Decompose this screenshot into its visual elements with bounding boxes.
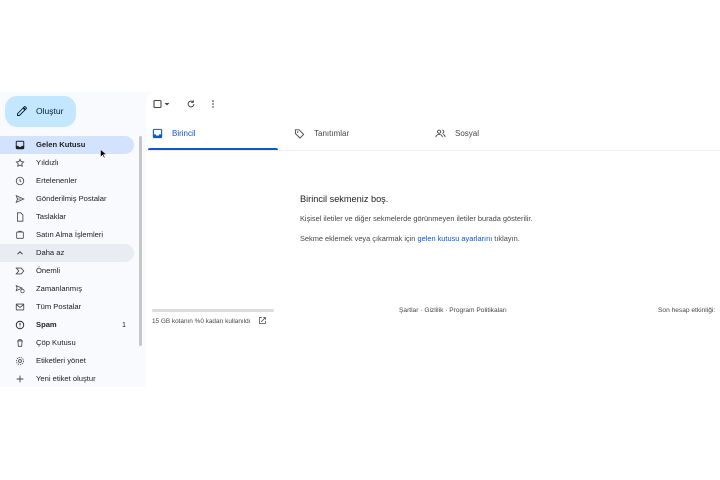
sidebar-item-label: Gönderilmiş Postalar — [36, 194, 107, 203]
more-options-button[interactable] — [210, 98, 216, 110]
purchase-icon — [14, 229, 26, 241]
sidebar: Oluştur Gelen Kutusu Yıldızlı Ertelenenl… — [0, 92, 144, 387]
sidebar-item-label: Çöp Kutusu — [36, 338, 76, 347]
sidebar-item-label: Gelen Kutusu — [36, 140, 86, 149]
sidebar-nav: Gelen Kutusu Yıldızlı Ertelenenler Gönde… — [0, 136, 144, 387]
gmail-app: Oluştur Gelen Kutusu Yıldızlı Ertelenenl… — [0, 92, 720, 387]
open-in-new-icon[interactable] — [258, 316, 267, 325]
clock-icon — [14, 175, 26, 187]
active-tab-indicator — [148, 147, 278, 150]
empty-state: Birincil sekmeniz boş. Kişisel iletiler … — [300, 194, 533, 243]
sidebar-item-scheduled[interactable]: Zamanlanmış — [0, 280, 134, 298]
spam-count: 1 — [122, 320, 126, 329]
sidebar-item-purchases[interactable]: Satın Alma İşlemleri — [0, 226, 134, 244]
instructions-prefix: Sekme eklemek veya çıkarmak için — [300, 234, 418, 243]
inbox-icon — [152, 128, 163, 139]
tab-promotions[interactable]: Tanıtımlar — [288, 120, 420, 149]
sidebar-item-starred[interactable]: Yıldızlı — [0, 154, 134, 172]
sidebar-item-label: Etiketleri yönet — [36, 356, 86, 365]
draft-icon — [14, 211, 26, 223]
terms-link[interactable]: Şartlar — [399, 307, 418, 314]
sidebar-item-trash[interactable]: Çöp Kutusu — [0, 334, 134, 352]
empty-instructions: Sekme eklemek veya çıkarmak için gelen k… — [300, 234, 533, 243]
more-vert-icon — [212, 100, 214, 108]
inbox-settings-link[interactable]: gelen kutusu ayarlarını — [417, 234, 492, 243]
storage-bar — [152, 309, 274, 312]
plus-icon — [14, 373, 26, 385]
toolbar — [146, 92, 720, 118]
storage-usage: 15 GB kotanın %0 kadarı kullanıldı — [152, 318, 251, 325]
all-mail-icon — [14, 301, 26, 313]
sidebar-item-label: Taslaklar — [36, 212, 66, 221]
program-policies-link[interactable]: Program Politikaları — [449, 307, 507, 314]
scheduled-icon — [14, 283, 26, 295]
sidebar-item-snoozed[interactable]: Ertelenenler — [0, 172, 134, 190]
mouse-cursor-icon — [100, 149, 108, 159]
sidebar-item-less[interactable]: Daha az — [0, 244, 134, 262]
sidebar-item-manage-labels[interactable]: Etiketleri yönet — [0, 352, 134, 370]
refresh-icon — [187, 100, 195, 108]
chevron-up-icon — [14, 247, 26, 259]
footer-links: Şartlar · Gizlilik · Program Politikalar… — [399, 307, 507, 314]
sidebar-item-label: Daha az — [36, 248, 65, 257]
send-icon — [14, 193, 26, 205]
tab-label: Tanıtımlar — [314, 129, 350, 138]
spam-icon — [14, 319, 26, 331]
last-account-activity: Son hesap etkinliği: — [658, 307, 716, 314]
tab-label: Birincil — [172, 129, 196, 138]
compose-label: Oluştur — [36, 106, 64, 116]
sidebar-item-label: Zamanlanmış — [36, 284, 83, 293]
sidebar-item-label: Yıldızlı — [36, 158, 59, 167]
sidebar-item-label: Tüm Postalar — [36, 302, 82, 311]
trash-icon — [14, 337, 26, 349]
important-icon — [14, 265, 26, 277]
empty-description: Kişisel iletiler ve diğer sekmelerde gör… — [300, 214, 533, 223]
pencil-icon — [17, 106, 27, 116]
star-icon — [14, 157, 26, 169]
sidebar-item-spam[interactable]: Spam 1 — [0, 316, 134, 334]
privacy-link[interactable]: Gizlilik — [424, 307, 443, 314]
gear-icon — [14, 355, 26, 367]
compose-button[interactable]: Oluştur — [5, 96, 76, 127]
sidebar-item-label: Ertelenenler — [36, 176, 77, 185]
category-tabs: Birincil Tanıtımlar Sosyal — [146, 120, 720, 151]
sidebar-item-inbox[interactable]: Gelen Kutusu — [0, 136, 134, 154]
sidebar-item-all-mail[interactable]: Tüm Postalar — [0, 298, 134, 316]
sidebar-item-sent[interactable]: Gönderilmiş Postalar — [0, 190, 134, 208]
refresh-button[interactable] — [186, 98, 196, 110]
tab-social[interactable]: Sosyal — [429, 120, 561, 149]
empty-title: Birincil sekmeniz boş. — [300, 194, 389, 204]
footer-separator: · — [420, 307, 423, 314]
select-checkbox[interactable] — [153, 98, 170, 110]
sidebar-item-drafts[interactable]: Taslaklar — [0, 208, 134, 226]
sidebar-scrollbar[interactable] — [139, 136, 142, 346]
sidebar-item-label: Satın Alma İşlemleri — [36, 230, 104, 239]
instructions-suffix: tıklayın. — [492, 234, 520, 243]
inbox-icon — [14, 139, 26, 151]
footer-separator: · — [445, 307, 448, 314]
checkbox-icon — [153, 99, 170, 109]
main-panel: Birincil Tanıtımlar Sosyal Birincil sekm… — [146, 92, 720, 387]
sidebar-item-create-label[interactable]: Yeni etiket oluştur — [0, 370, 134, 387]
tag-icon — [294, 129, 305, 139]
sidebar-item-label: Yeni etiket oluştur — [36, 374, 96, 383]
sidebar-item-important[interactable]: Önemli — [0, 262, 134, 280]
sidebar-item-label: Spam — [36, 320, 57, 329]
tab-label: Sosyal — [455, 129, 480, 138]
people-icon — [435, 129, 446, 138]
tab-primary[interactable]: Birincil — [146, 120, 278, 150]
sidebar-item-label: Önemli — [36, 266, 61, 275]
